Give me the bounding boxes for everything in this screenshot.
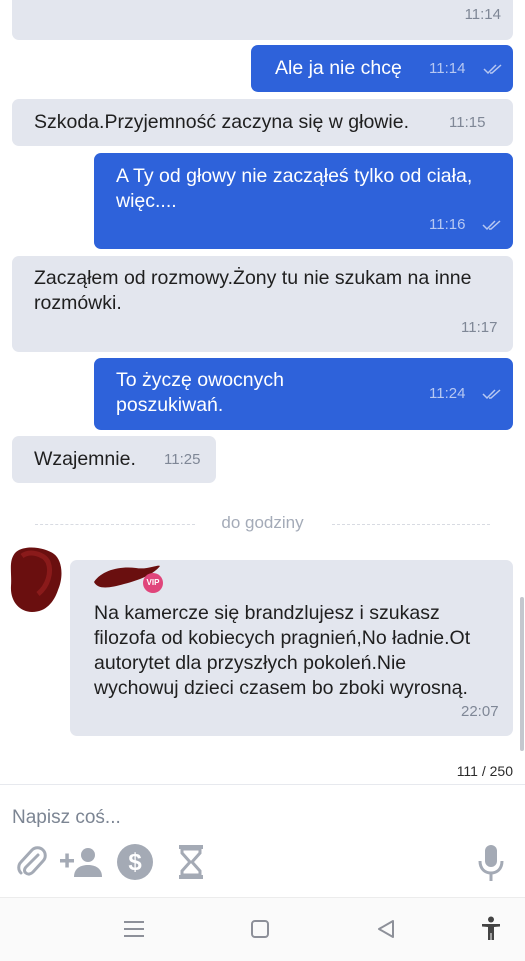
message-outgoing: Ale ja nie chcę 11:14 bbox=[251, 45, 513, 92]
message-incoming: Zacząłem od rozmowy.Żony tu nie szukam n… bbox=[12, 256, 513, 352]
message-time: 11:24 bbox=[429, 385, 466, 402]
message-text: To życzę owocnych poszukiwań. bbox=[116, 369, 284, 416]
paperclip-icon[interactable] bbox=[14, 845, 48, 879]
composer: Napisz coś... $ bbox=[0, 784, 525, 898]
menu-icon[interactable] bbox=[124, 920, 144, 938]
character-counter: 111 / 250 bbox=[456, 763, 513, 779]
message-time: 11:16 bbox=[429, 216, 466, 233]
separator-line-right bbox=[332, 524, 490, 526]
message-outgoing: A Ty od głowy nie zacząłeś tylko od ciał… bbox=[94, 153, 513, 249]
message-time: 11:25 bbox=[164, 451, 201, 468]
message-text: Wzajemnie. bbox=[34, 448, 136, 470]
scrollbar[interactable] bbox=[520, 597, 524, 751]
accessibility-icon[interactable] bbox=[480, 916, 502, 942]
read-checkmark-icon bbox=[483, 64, 502, 75]
message-time: 11:14 bbox=[464, 6, 501, 23]
microphone-icon[interactable] bbox=[476, 843, 506, 883]
message-text: A Ty od głowy nie zacząłeś tylko od ciał… bbox=[116, 165, 473, 212]
message-incoming: Wzajemnie. 11:25 bbox=[12, 436, 216, 483]
home-icon[interactable] bbox=[251, 920, 269, 938]
date-separator: do godziny bbox=[221, 513, 304, 532]
message-text: Szkoda.Przyjemność zaczyna się w głowie. bbox=[34, 111, 409, 133]
vip-badge: VIP bbox=[143, 573, 163, 593]
dollar-icon[interactable]: $ bbox=[116, 843, 154, 881]
system-navigation-bar bbox=[0, 897, 525, 961]
message-incoming: Szkoda.Przyjemność zaczyna się w głowie.… bbox=[12, 99, 513, 146]
message-input[interactable]: Napisz coś... bbox=[12, 807, 121, 829]
message-time: 22:07 bbox=[461, 703, 499, 720]
svg-text:$: $ bbox=[128, 849, 142, 876]
message-outgoing: To życzę owocnych poszukiwań. 11:24 bbox=[94, 358, 513, 430]
message-text: Ale ja nie chcę bbox=[275, 57, 402, 79]
back-icon[interactable] bbox=[376, 919, 396, 939]
hourglass-icon[interactable] bbox=[176, 843, 206, 881]
message-incoming: VIP Na kamercze się brandzlujesz i szuka… bbox=[70, 560, 513, 736]
read-checkmark-icon bbox=[482, 389, 501, 400]
read-checkmark-icon bbox=[482, 220, 501, 231]
message-text: Zacząłem od rozmowy.Żony tu nie szukam n… bbox=[34, 267, 472, 314]
message-text: Na kamercze się brandzlujesz i szukasz f… bbox=[94, 602, 471, 699]
message-incoming: 11:14 bbox=[12, 0, 513, 40]
message-time: 11:14 bbox=[429, 60, 466, 77]
avatar[interactable] bbox=[8, 546, 64, 614]
add-user-icon[interactable] bbox=[60, 845, 104, 879]
message-time: 11:15 bbox=[449, 114, 486, 131]
message-time: 11:17 bbox=[461, 319, 498, 336]
